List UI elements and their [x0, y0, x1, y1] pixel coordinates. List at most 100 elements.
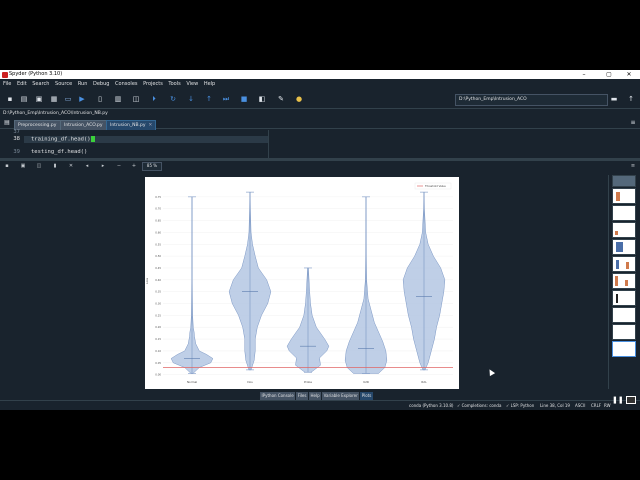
menu-tools[interactable]: Tools [168, 81, 180, 87]
python-path-icon[interactable]: ● [294, 94, 304, 104]
status-cursor-position: Line 38, Col 19 [540, 403, 570, 408]
menu-search[interactable]: Search [32, 81, 49, 87]
zoom-in-icon[interactable]: + [130, 162, 138, 170]
window-icon[interactable] [626, 396, 636, 404]
window-title: Spyder (Python 3.10) [9, 71, 63, 77]
close-button[interactable]: ✕ [620, 70, 638, 79]
menu-source[interactable]: Source [55, 81, 72, 87]
legend-label: Threshold Value [425, 184, 446, 188]
step-into-icon[interactable]: ↓ [186, 94, 196, 104]
save-file-icon[interactable]: ▣ [34, 94, 44, 104]
new-cell-icon[interactable]: ▭ [63, 94, 73, 104]
close-tab-icon[interactable]: ✕ [149, 123, 153, 128]
tab-ipython-console[interactable]: IPython Console [260, 392, 296, 400]
previous-plot-icon[interactable]: ◂ [83, 162, 91, 170]
y-tick-label: 0.75 [155, 195, 161, 199]
tab-plots[interactable]: Plots [360, 392, 373, 400]
status-eol: CRLF [591, 403, 602, 408]
y-tick-label: 0.05 [155, 361, 161, 365]
plots-pane: 0.00 0.05 0.10 0.15 0.20 0.25 0.30 0.35 0.40 0.45… [0, 171, 640, 392]
menu-file[interactable]: File [3, 81, 11, 87]
spyder-window: Spyder (Python 3.10) – ▢ ✕ File Edit Sea… [0, 70, 640, 410]
plot-thumbnail[interactable] [612, 205, 636, 221]
y-tick-label: 0.55 [155, 242, 161, 246]
run-cell-icon[interactable]: ▯ [95, 94, 105, 104]
main-toolbar: ▪ ▤ ▣ ▦ ▭ ▶ ▯ ▥ ◫ ⏵ ↻ ↓ ↑ ⏭ ■ ◧ ✎ ● D:\P… [0, 89, 640, 109]
y-tick-label: 0.15 [155, 337, 161, 341]
save-all-icon[interactable]: ▦ [49, 94, 59, 104]
step-icon[interactable]: ↻ [168, 94, 178, 104]
save-plot-icon[interactable]: ▪ [3, 162, 11, 170]
menu-projects[interactable]: Projects [143, 81, 163, 87]
menu-consoles[interactable]: Consoles [115, 81, 137, 87]
line-number: 38 [13, 136, 20, 142]
y-tick-label: 0.50 [155, 254, 161, 258]
y-axis-label: Loss [145, 277, 149, 284]
plot-thumbnail[interactable] [612, 324, 636, 340]
run-icon[interactable]: ▶ [77, 94, 87, 104]
minimize-button[interactable]: – [575, 70, 593, 79]
menu-run[interactable]: Run [78, 81, 88, 87]
browse-tabs-icon[interactable]: ▤ [2, 118, 12, 128]
plot-thumbnail[interactable] [612, 290, 636, 306]
plot-thumbnail-selected[interactable] [612, 341, 636, 357]
remove-plot-icon[interactable]: ▮ [51, 162, 59, 170]
step-return-icon[interactable]: ↑ [204, 94, 214, 104]
plot-thumbnail[interactable] [612, 175, 636, 187]
new-file-icon[interactable]: ▪ [5, 94, 15, 104]
stop-debug-icon[interactable]: ■ [239, 94, 249, 104]
remove-all-plots-icon[interactable]: ✕ [67, 162, 75, 170]
y-tick-label: 0.65 [155, 219, 161, 223]
tab-label: Intrusion_ACO.py [64, 123, 103, 128]
maximize-button[interactable]: ▢ [600, 70, 618, 79]
parent-directory-icon[interactable]: ↑ [626, 94, 636, 104]
menu-edit[interactable]: Edit [17, 81, 27, 87]
code-area[interactable]: 37 38 training_df.head() 39 testing_df.h… [0, 129, 640, 158]
plots-toolbar: ▪ ▣ ◫ ▮ ✕ ◂ ▸ − + 85 % ≡ [0, 161, 640, 171]
copy-plot-icon[interactable]: ◫ [35, 162, 43, 170]
debug-icon[interactable]: ⏵ [149, 94, 159, 104]
tab-label: Intrusion_NB.py [110, 123, 146, 128]
status-permissions: RW [604, 403, 611, 408]
code-line[interactable]: training_df.head() [31, 136, 95, 143]
plot-thumbnail[interactable] [612, 273, 636, 289]
working-directory-field[interactable]: D:\Python_Emp\Intrusion_ACO [455, 94, 608, 106]
plot-thumbnail[interactable] [612, 256, 636, 272]
menu-view[interactable]: View [186, 81, 198, 87]
run-cell-advance-icon[interactable]: ▥ [113, 94, 123, 104]
x-tick-label: Probe [304, 380, 312, 384]
preferences-icon[interactable]: ✎ [276, 94, 286, 104]
plot-thumbnail[interactable] [612, 222, 636, 238]
tab-files[interactable]: Files [296, 392, 308, 400]
pause-icon[interactable]: ❚❚ [612, 396, 624, 404]
save-all-plots-icon[interactable]: ▣ [19, 162, 27, 170]
browse-folder-icon[interactable]: ▬ [609, 94, 619, 104]
x-tick-label: Normal [187, 380, 197, 384]
menu-debug[interactable]: Debug [93, 81, 109, 87]
line-number: 39 [13, 149, 20, 155]
next-plot-icon[interactable]: ▸ [99, 162, 107, 170]
title-bar: Spyder (Python 3.10) – ▢ ✕ [0, 70, 640, 79]
status-lsp: ✓ LSP: Python [506, 403, 535, 408]
x-tick-label: Dos [247, 380, 253, 384]
code-line[interactable]: testing_df.head() [31, 149, 87, 155]
tab-variable-explorer[interactable]: Variable Explorer [322, 392, 360, 400]
zoom-level-field[interactable]: 85 % [142, 162, 162, 171]
editor-options-icon[interactable]: ≡ [628, 118, 638, 128]
status-env[interactable]: conda (Python 3.10.8) [409, 401, 453, 411]
open-file-icon[interactable]: ▤ [19, 94, 29, 104]
y-tick-label: 0.30 [155, 302, 161, 306]
zoom-out-icon[interactable]: − [115, 162, 123, 170]
maximize-pane-icon[interactable]: ◧ [257, 94, 267, 104]
plots-options-icon[interactable]: ≡ [629, 162, 637, 170]
run-selection-icon[interactable]: ◫ [131, 94, 141, 104]
y-tick-label: 0.00 [155, 373, 161, 377]
x-tick-label: U2R [363, 380, 369, 384]
tab-help[interactable]: Help [308, 392, 322, 400]
plot-thumbnail[interactable] [612, 188, 636, 204]
plot-thumbnail[interactable] [612, 307, 636, 323]
menu-help[interactable]: Help [204, 81, 215, 87]
plot-thumbnail[interactable] [612, 239, 636, 255]
continue-icon[interactable]: ⏭ [221, 94, 231, 104]
y-tick-label: 0.40 [155, 278, 161, 282]
